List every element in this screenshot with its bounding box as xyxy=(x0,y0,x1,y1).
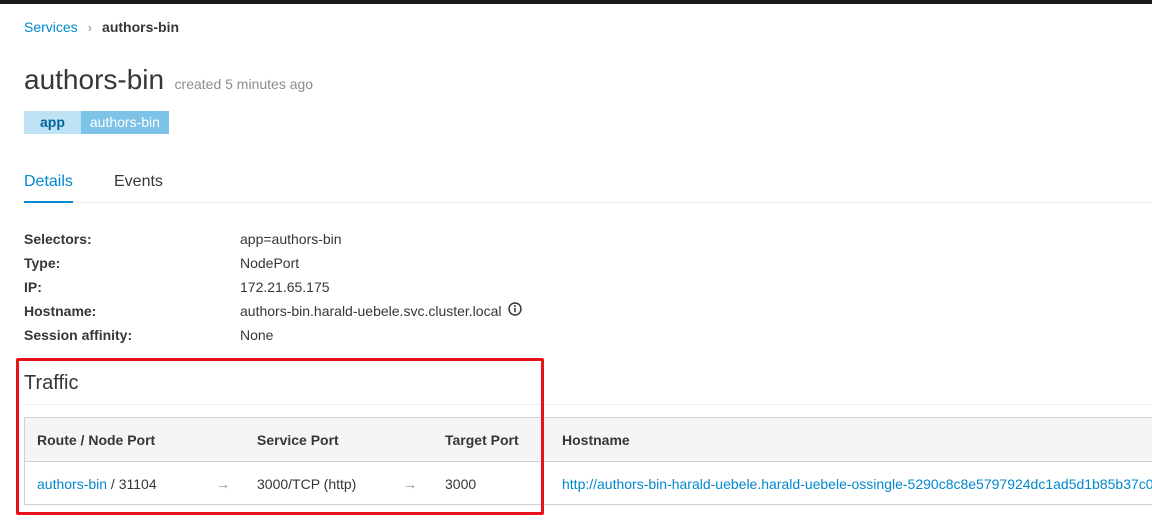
tab-details[interactable]: Details xyxy=(24,171,73,203)
title-row: authors-bin created 5 minutes ago xyxy=(24,62,313,98)
chevron-right-icon: › xyxy=(87,20,93,35)
arrow-right-icon: → xyxy=(216,476,230,492)
ip-label: IP: xyxy=(24,279,42,295)
breadcrumb-services-link[interactable]: Services xyxy=(24,19,78,35)
created-timestamp: created 5 minutes ago xyxy=(174,76,314,92)
session-affinity-label: Session affinity: xyxy=(24,327,133,343)
page-title: authors-bin xyxy=(24,64,165,95)
tab-events[interactable]: Events xyxy=(114,171,163,193)
column-header-route: Route / Node Port xyxy=(37,432,156,448)
selectors-value: app=authors-bin xyxy=(240,231,342,247)
node-port: / 31104 xyxy=(107,476,157,492)
section-divider xyxy=(24,404,1152,405)
arrow-right-icon: → xyxy=(403,476,417,492)
column-header-hostname: Hostname xyxy=(562,432,630,448)
type-value: NodePort xyxy=(240,255,300,271)
route-cell: authors-bin / 31104 xyxy=(37,474,157,494)
table-header: Route / Node Port Service Port Target Po… xyxy=(25,418,1152,462)
info-icon[interactable] xyxy=(508,301,523,321)
hostname-value-wrap: authors-bin.harald-uebele.svc.cluster.lo… xyxy=(240,301,523,321)
target-port-cell: 3000 xyxy=(445,476,477,492)
selectors-label: Selectors: xyxy=(24,231,92,247)
label-badge[interactable]: app authors-bin xyxy=(24,111,169,134)
column-header-target-port: Target Port xyxy=(445,432,519,448)
label-value[interactable]: authors-bin xyxy=(80,111,169,134)
session-affinity-value: None xyxy=(240,327,274,343)
traffic-heading: Traffic xyxy=(24,372,79,394)
hostname-link[interactable]: http://authors-bin-harald-uebele.harald-… xyxy=(562,476,1152,492)
route-link[interactable]: authors-bin xyxy=(37,476,107,492)
service-port-cell: 3000/TCP (http) xyxy=(257,476,357,492)
table-row: authors-bin / 31104 → 3000/TCP (http) → … xyxy=(25,462,1152,504)
breadcrumb: Services › authors-bin xyxy=(24,17,179,38)
hostname-value: authors-bin.harald-uebele.svc.cluster.lo… xyxy=(240,303,502,319)
type-label: Type: xyxy=(24,255,61,271)
column-header-service-port: Service Port xyxy=(257,432,339,448)
breadcrumb-current: authors-bin xyxy=(102,19,180,35)
top-bar xyxy=(0,0,1152,4)
label-key[interactable]: app xyxy=(24,111,81,134)
tab-bar: Details Events xyxy=(24,161,1152,203)
ip-value: 172.21.65.175 xyxy=(240,279,330,295)
hostname-cell: http://authors-bin-harald-uebele.harald-… xyxy=(562,474,1152,494)
hostname-label: Hostname: xyxy=(24,303,97,319)
traffic-table: Route / Node Port Service Port Target Po… xyxy=(24,417,1152,505)
